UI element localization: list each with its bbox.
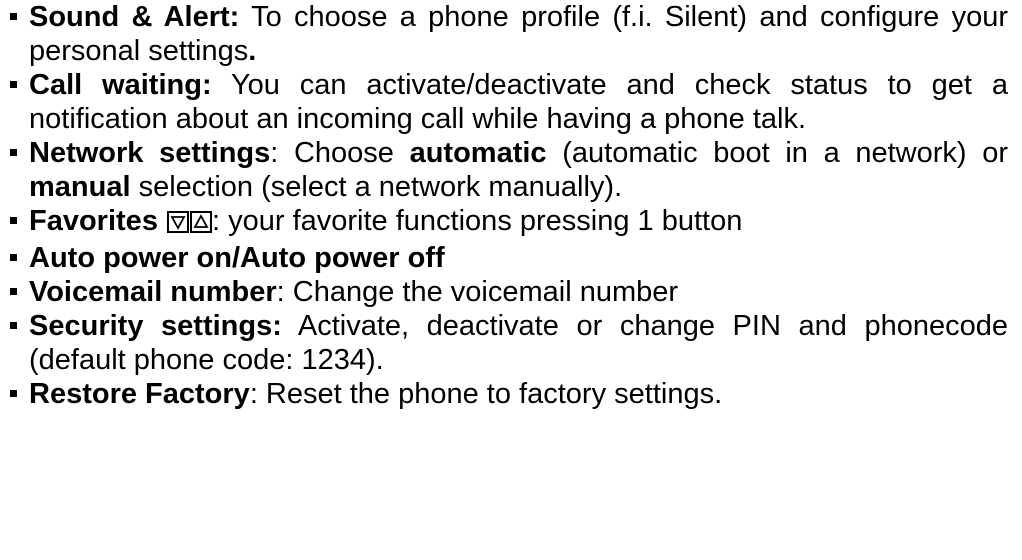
bullet-square-icon <box>10 13 17 20</box>
item-title: Favorites <box>29 205 166 237</box>
list-item-auto-power: Auto power on/Auto power off <box>10 241 1008 275</box>
item-title: Auto power on/Auto power off <box>29 242 445 274</box>
item-text: : Reset the phone to factory settings. <box>249 378 723 410</box>
item-end-punctuation: . <box>248 35 257 67</box>
bullet-square-icon <box>10 254 17 261</box>
navigation-keys <box>166 207 212 241</box>
item-title: Restore Factory <box>29 378 250 410</box>
item-bold-automatic: automatic <box>409 137 547 169</box>
list-item-security-settings: Security settings: Activate, deactivate … <box>10 309 1008 377</box>
up-triangle-key-icon <box>190 211 212 233</box>
item-text: : Change the voicemail number <box>276 276 679 308</box>
item-title: Voicemail number <box>29 276 277 308</box>
item-text: : Choose <box>270 137 410 169</box>
bullet-square-icon <box>10 288 17 295</box>
list-item-restore-factory: Restore Factory: Reset the phone to fact… <box>10 377 1008 411</box>
settings-bullet-list: Sound & Alert: To choose a phone profile… <box>10 0 1008 411</box>
item-title: Call waiting: <box>29 69 212 101</box>
bullet-square-icon <box>10 149 17 156</box>
item-text: (automatic boot in a network) or <box>546 137 1008 169</box>
item-text: selection (select a network manually). <box>130 171 623 203</box>
bullet-square-icon <box>10 81 17 88</box>
list-item-network-settings: Network settings: Choose automatic (auto… <box>10 136 1008 204</box>
bullet-square-icon <box>10 217 17 224</box>
list-item-voicemail-number: Voicemail number: Change the voicemail n… <box>10 275 1008 309</box>
manual-page: Sound & Alert: To choose a phone profile… <box>0 0 1022 560</box>
item-title: Security settings: <box>29 310 282 342</box>
item-title: Network settings <box>29 137 271 169</box>
bullet-square-icon <box>10 322 17 329</box>
list-item-favorites: Favorites : your favorite functions pres… <box>10 204 1008 241</box>
down-triangle-key-icon <box>167 211 189 233</box>
list-item-sound-alert: Sound & Alert: To choose a phone profile… <box>10 0 1008 68</box>
item-bold-manual: manual <box>29 171 131 203</box>
list-item-call-waiting: Call waiting: You can activate/deactivat… <box>10 68 1008 136</box>
bullet-square-icon <box>10 390 17 397</box>
item-title: Sound & Alert: <box>29 1 240 33</box>
item-text: : your favorite functions pressing 1 but… <box>212 205 743 237</box>
